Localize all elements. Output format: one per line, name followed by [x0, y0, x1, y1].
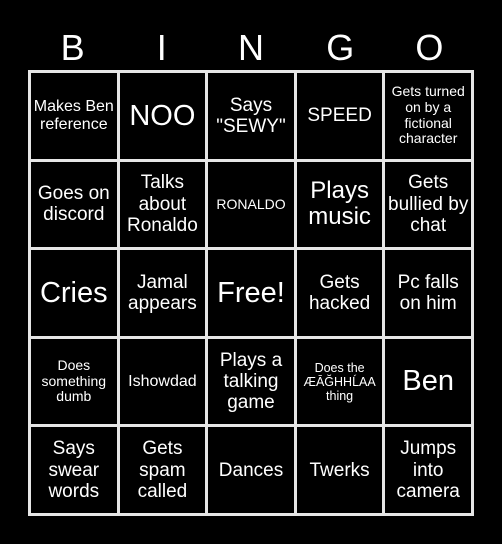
bingo-cell[interactable]: Makes Ben reference [31, 73, 117, 159]
header-letter-n: N [237, 27, 264, 68]
bingo-header: B I N G O [28, 26, 474, 70]
bingo-cell[interactable]: Says swear words [31, 427, 117, 513]
bingo-cell[interactable]: Goes on discord [31, 161, 117, 248]
bingo-cell[interactable]: Jamal appears [119, 250, 206, 336]
header-letter-g: G [326, 27, 355, 68]
bingo-cell[interactable]: Gets hacked [296, 250, 383, 336]
free-space-cell[interactable]: Free! [208, 250, 294, 336]
bingo-cell[interactable]: Dances [208, 427, 294, 513]
bingo-cell[interactable]: Says "SEWY" [208, 73, 294, 159]
bingo-cell[interactable]: Gets turned on by a fictional character [385, 73, 471, 159]
bingo-cell[interactable]: Twerks [296, 427, 383, 513]
header-letter-i: I [156, 27, 167, 68]
bingo-cell[interactable]: Jumps into camera [385, 427, 471, 513]
bingo-cell[interactable]: Plays a talking game [208, 338, 294, 425]
bingo-cell[interactable]: Does something dumb [31, 338, 117, 425]
bingo-board: Makes Ben reference NOO Says "SEWY" SPEE… [28, 70, 474, 516]
bingo-cell[interactable]: Does the ÆĀĞHHĹAA thing [296, 338, 383, 425]
bingo-cell[interactable]: NOO [119, 73, 206, 159]
bingo-cell[interactable]: Ben [385, 338, 471, 425]
bingo-cell[interactable]: Plays music [296, 161, 383, 248]
bingo-cell[interactable]: RONALDO [208, 161, 294, 248]
bingo-cell[interactable]: Gets spam called [119, 427, 206, 513]
bingo-cell[interactable]: Talks about Ronaldo [119, 161, 206, 248]
bingo-cell[interactable]: Pc falls on him [385, 250, 471, 336]
bingo-cell[interactable]: Gets bullied by chat [385, 161, 471, 248]
bingo-cell[interactable]: Ishowdad [119, 338, 206, 425]
bingo-cell[interactable]: Cries [31, 250, 117, 336]
header-letter-b: B [60, 27, 85, 68]
bingo-cell[interactable]: SPEED [296, 73, 383, 159]
header-letter-o: O [415, 27, 444, 68]
